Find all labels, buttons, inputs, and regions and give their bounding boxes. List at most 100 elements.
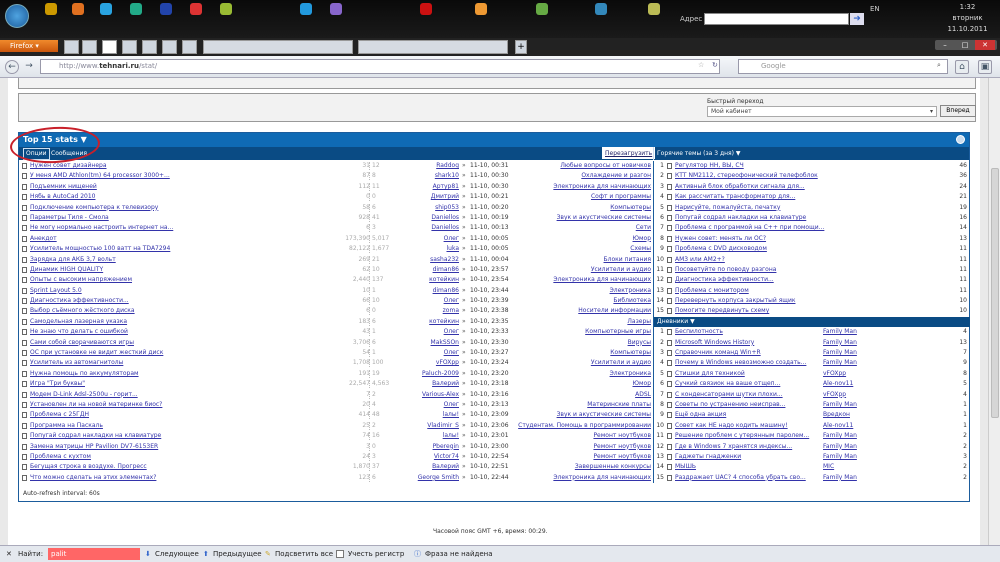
thread-title-link[interactable]: Выбор съёмного жёсткого диска xyxy=(30,306,135,316)
author-link[interactable]: Family Man xyxy=(823,348,857,358)
hot-topic-link[interactable]: КТТ NM2112, стереофонический телефоблок xyxy=(675,171,818,181)
go-last-post-icon[interactable]: » xyxy=(462,473,466,483)
go-last-post-icon[interactable]: » xyxy=(462,348,466,358)
forum-link[interactable]: Библиотека xyxy=(613,296,651,306)
forum-link[interactable]: Звук и акустические системы xyxy=(557,410,651,420)
forum-link[interactable]: Лазеры xyxy=(627,317,651,327)
forum-link[interactable]: Электроника для начинающих xyxy=(553,182,651,192)
hot-topics-header[interactable]: Горячие темы (за 3 дня) ▼ xyxy=(653,147,741,160)
go-last-post-icon[interactable]: » xyxy=(462,265,466,275)
match-case-label[interactable]: Учесть регистр xyxy=(348,546,404,562)
author-link[interactable]: Family Man xyxy=(823,338,857,348)
author-link[interactable]: Ale-nov11 xyxy=(823,379,853,389)
thread-title-link[interactable]: Программа на Паскаль xyxy=(30,421,103,431)
author-link[interactable]: vFOXpp xyxy=(436,358,459,368)
go-last-post-icon[interactable]: » xyxy=(462,410,466,420)
diary-link[interactable]: С конденсаторами шутки плохи... xyxy=(675,390,783,400)
author-link[interactable]: luka xyxy=(446,244,459,254)
quick-jump-select[interactable]: Мой кабинет ▾ xyxy=(707,106,937,117)
author-link[interactable]: Дмитрий xyxy=(431,192,459,202)
thread-title-link[interactable]: Игра "Три буквы" xyxy=(30,379,85,389)
scrollbar-thumb[interactable] xyxy=(991,168,999,418)
author-link[interactable]: sasha232 xyxy=(430,255,459,265)
tab[interactable] xyxy=(203,40,353,54)
author-link[interactable]: MIC xyxy=(823,462,834,472)
thread-title-link[interactable]: Sprint Layout 5.0 xyxy=(30,286,82,296)
thread-title-link[interactable]: Анекдот xyxy=(30,234,57,244)
thread-title-link[interactable]: Самодельная лазерная указка xyxy=(30,317,127,327)
go-last-post-icon[interactable]: » xyxy=(462,358,466,368)
go-last-post-icon[interactable]: » xyxy=(462,213,466,223)
thread-title-link[interactable]: Нябь в AutoCad 2010 xyxy=(30,192,96,202)
hot-topic-link[interactable]: Активный блок обработки сигнала для... xyxy=(675,182,805,192)
hot-topic-link[interactable]: Диагностика эффективности... xyxy=(675,275,774,285)
author-link[interactable]: Family Man xyxy=(823,327,857,337)
app-icon[interactable] xyxy=(220,3,232,15)
thread-title-link[interactable]: Усилитель из автомагнитолы xyxy=(30,358,123,368)
thread-title-link[interactable]: Проблема с 25ГДН xyxy=(30,410,89,420)
go-last-post-icon[interactable]: » xyxy=(462,317,466,327)
go-arrow-icon[interactable]: ➜ xyxy=(850,13,864,25)
bookmark-star-icon[interactable]: ☆ xyxy=(698,61,704,69)
back-icon[interactable]: ← xyxy=(5,60,19,74)
diary-link[interactable]: Совет как НЕ надо кодить машину! xyxy=(675,421,788,431)
forum-link[interactable]: Сети xyxy=(636,223,651,233)
author-link[interactable]: Валерий xyxy=(432,462,459,472)
quick-jump-go-button[interactable]: Вперед xyxy=(940,105,976,117)
url-bar[interactable]: http://www.tehnari.ru/stat/ xyxy=(40,59,720,74)
tab[interactable] xyxy=(64,40,79,54)
go-last-post-icon[interactable]: » xyxy=(462,306,466,316)
go-last-post-icon[interactable]: » xyxy=(462,255,466,265)
author-link[interactable]: Олег xyxy=(444,296,459,306)
diary-link[interactable]: Гаджеты гнадженки xyxy=(675,452,741,462)
thread-title-link[interactable]: ОС при установке не видит жесткий диск xyxy=(30,348,163,358)
find-next-button[interactable]: Следующее xyxy=(155,546,199,562)
diary-link[interactable]: Ещё одна акция xyxy=(675,410,726,420)
forum-link[interactable]: Компьютеры xyxy=(610,348,651,358)
app-icon[interactable] xyxy=(475,3,487,15)
search-icon[interactable]: ⌕ xyxy=(937,61,941,70)
author-link[interactable]: zoma xyxy=(443,306,459,316)
hot-topic-link[interactable]: Посоветуйте по поводу разгона xyxy=(675,265,776,275)
author-link[interactable]: Daniellos xyxy=(431,213,459,223)
hot-topic-link[interactable]: Как рассчитать трансформатор для... xyxy=(675,192,795,202)
go-last-post-icon[interactable]: » xyxy=(462,431,466,441)
arrow-up-icon[interactable]: ⬆ xyxy=(203,546,209,562)
thread-title-link[interactable]: Модем D-Link Adsl-2500u - горит... xyxy=(30,390,138,400)
tab[interactable] xyxy=(358,40,508,54)
thread-title-link[interactable]: Не знаю что делать с ошибкой xyxy=(30,327,128,337)
author-link[interactable]: lалы! xyxy=(443,431,459,441)
hot-topic-link[interactable]: Помогите передвинуть схему xyxy=(675,306,769,316)
diary-link[interactable]: Раздражает UAC? 4 способа убрать сво... xyxy=(675,473,806,483)
author-link[interactable]: Олег xyxy=(444,400,459,410)
forum-link[interactable]: Любые вопросы от новичков xyxy=(560,161,651,171)
tab[interactable] xyxy=(182,40,197,54)
author-link[interactable]: diman86 xyxy=(433,286,459,296)
thread-title-link[interactable]: Установлен ли на новой материнке биос? xyxy=(30,400,162,410)
scrollbar[interactable] xyxy=(988,78,1000,545)
go-last-post-icon[interactable]: » xyxy=(462,275,466,285)
app-icon[interactable] xyxy=(536,3,548,15)
clock[interactable]: 1:32 вторник 11.10.2011 xyxy=(945,2,990,35)
author-link[interactable]: котейкин xyxy=(429,275,459,285)
author-link[interactable]: ship053 xyxy=(435,203,459,213)
diary-link[interactable]: Справочник команд Win+R xyxy=(675,348,761,358)
forum-link[interactable]: Усилители и аудио xyxy=(591,265,651,275)
go-last-post-icon[interactable]: » xyxy=(462,182,466,192)
go-last-post-icon[interactable]: » xyxy=(462,161,466,171)
thread-title-link[interactable]: Бегущая строка в воздухе. Прогресс xyxy=(30,462,147,472)
author-link[interactable]: Family Man xyxy=(823,431,857,441)
forum-link[interactable]: Ремонт ноутбуков xyxy=(593,442,651,452)
forum-link[interactable]: Электроника для начинающих xyxy=(553,275,651,285)
thread-title-link[interactable]: Диагностика эффективности... xyxy=(30,296,129,306)
author-link[interactable]: Family Man xyxy=(823,358,857,368)
diary-link[interactable]: Беспилотность xyxy=(675,327,723,337)
reload-link[interactable]: Перезагрузить xyxy=(602,147,656,159)
author-link[interactable]: котейкин xyxy=(429,317,459,327)
hot-topic-link[interactable]: Нужен совет: менять ли ОС? xyxy=(675,234,766,244)
go-last-post-icon[interactable]: » xyxy=(462,462,466,472)
diary-link[interactable]: Почему в Windows невозможно создать... xyxy=(675,358,806,368)
author-link[interactable]: MakSSOn xyxy=(431,338,459,348)
opera-icon[interactable] xyxy=(420,3,432,15)
address-input[interactable] xyxy=(704,13,849,25)
